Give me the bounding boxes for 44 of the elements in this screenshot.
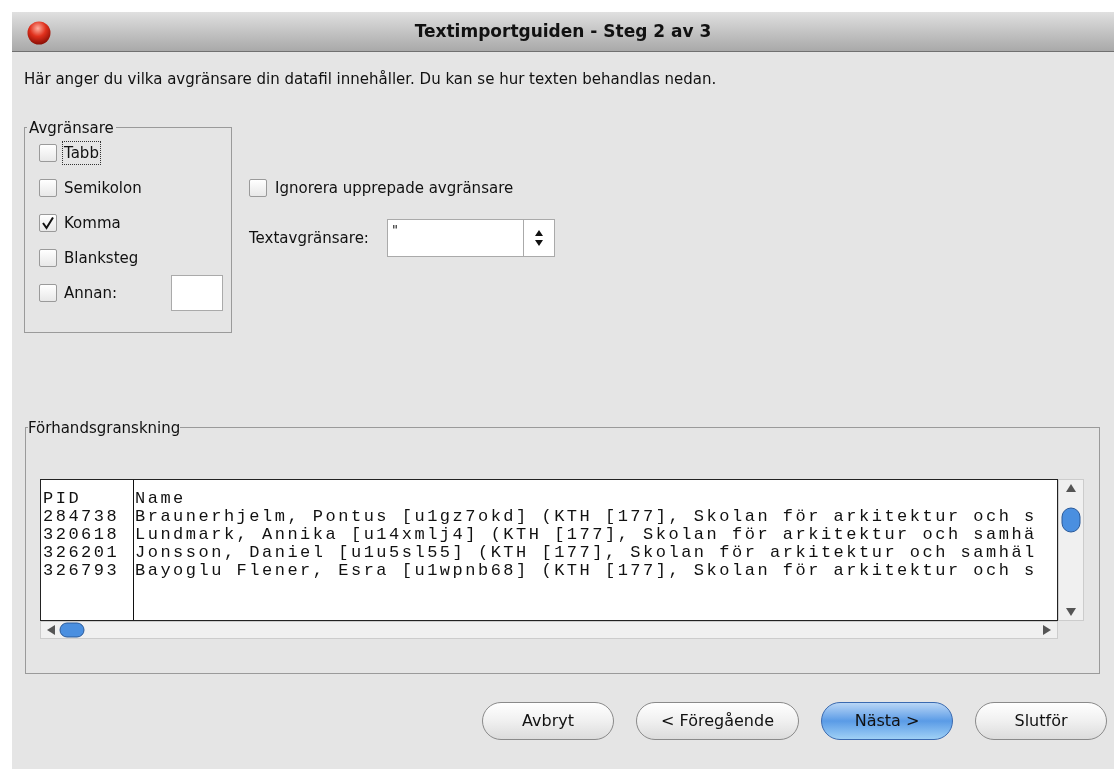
text-delimiter-spinbox[interactable]: " [386,219,555,257]
checkbox[interactable] [249,178,267,197]
field-label: Textavgränsare: [249,227,369,249]
group-title: Avgränsare [28,117,115,139]
table-cell: Bayoglu Flener, Esra [u1wpnb68] (KTH [177], Skolan för arkitektur och s [134,562,1037,580]
dialog-button[interactable]: Avbryt [482,701,615,740]
group-title: Förhandsgranskning [28,417,181,439]
scroll-thumb[interactable] [59,622,85,638]
table-cell-text: 284738 [42,508,121,526]
column-header: PID [42,490,83,508]
scroll-right-icon[interactable] [1043,625,1051,635]
checkbox-label[interactable]: Tabb [63,141,100,165]
checkbox-label[interactable]: Blanksteg [63,246,140,270]
scroll-thumb[interactable] [1061,507,1081,533]
close-icon[interactable] [27,21,51,45]
checkbox-label[interactable]: Ignorera upprepade avgränsare [275,176,514,199]
table-cell: Jonsson, Daniel [u1u5sl55] (KTH [177], Skolan för arkitektur och samhäl [134,544,1037,562]
table-cell: Braunerhjelm, Pontus [u1gz7okd] (KTH [177], Skolan för arkitektur och s [134,508,1037,526]
horizontal-scrollbar[interactable] [40,621,1058,639]
checkbox-label[interactable]: Semikolon [63,176,143,200]
dialog-button[interactable]: Slutför [975,701,1107,740]
checkbox-label[interactable]: Annan: [63,281,119,305]
dialog-button[interactable]: < Föregående [636,701,799,740]
checkbox[interactable] [39,214,57,232]
vertical-scrollbar[interactable] [1058,479,1084,621]
column-header: Name [134,490,186,508]
table-cell-text: 326793 [42,562,121,580]
scroll-up-icon[interactable] [1066,484,1076,492]
checkbox-label[interactable]: Komma [63,211,122,235]
dialog-button[interactable]: Nästa > [821,701,953,740]
other-separator-field[interactable] [171,275,223,311]
scroll-down-icon[interactable] [1066,608,1076,616]
window-title: Textimportguiden - Steg 2 av 3 [414,19,712,43]
checkbox[interactable] [39,284,57,302]
table-cell: Lundmark, Annika [u14xmlj4] (KTH [177], Skolan för arkitektur och samhä [134,526,1037,544]
checkbox[interactable] [39,249,57,267]
table-cell-text: 326201 [42,544,121,562]
table-cell-text: 320618 [42,526,121,544]
checkbox[interactable] [39,144,57,162]
checkmark-icon [41,216,55,230]
scroll-left-icon[interactable] [47,625,55,635]
spin-arrows-icon[interactable] [533,229,544,247]
instruction-text: Här anger du vilka avgränsare din datafil innehåller. Du kan se hur texten behandlas nedan. [24,69,718,90]
checkbox[interactable] [39,179,57,197]
